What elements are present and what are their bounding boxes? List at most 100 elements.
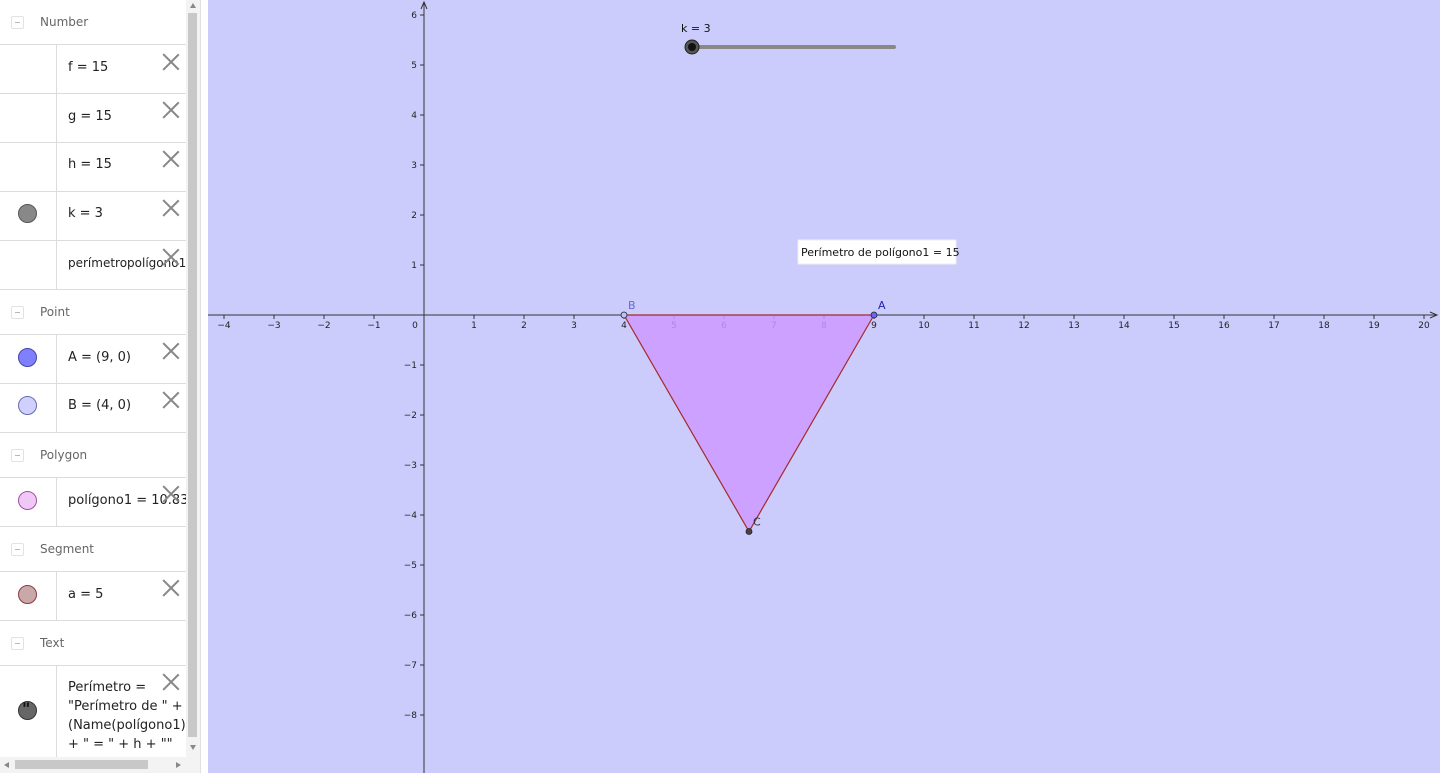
row-marble-cell: " [0,666,57,757]
collapse-icon[interactable] [11,449,24,462]
visibility-toggle-icon[interactable] [18,585,37,604]
point-c[interactable] [745,528,753,535]
delete-icon[interactable] [162,199,180,217]
y-tick-label: −5 [404,561,417,571]
y-tick-label: −7 [404,661,417,671]
text-line[interactable]: "Perímetro de " + [68,699,183,714]
visibility-toggle-icon[interactable] [18,348,37,367]
horizontal-scrollbar[interactable] [0,757,200,773]
perimeter-text: Perímetro de polígono1 = 15 [801,246,960,259]
point-label-b: B [628,299,636,312]
visibility-toggle-icon[interactable] [18,491,37,510]
collapse-icon[interactable] [11,637,24,650]
algebra-row-perimetro[interactable]: perímetropolígono1 [0,241,186,290]
point-b[interactable] [620,311,628,319]
graphics-canvas[interactable]: −4−3−2−101234567891011121314151617181920… [208,0,1440,773]
scroll-thumb[interactable] [15,760,148,769]
algebra-row-polygon[interactable]: polígono1 = 10.83 [0,477,186,527]
algebra-view: Number f = 15 g = 15 h = 15 k = 3 períme… [0,0,186,757]
delete-icon[interactable] [162,248,180,266]
category-label: Number [40,15,89,29]
scroll-right-icon[interactable] [176,762,181,768]
collapse-icon[interactable] [11,306,24,319]
algebra-row-point-a[interactable]: A = (9, 0) [0,334,186,384]
scroll-down-icon[interactable] [190,745,196,750]
visibility-toggle-icon[interactable] [18,204,37,223]
x-tick-label: 14 [1118,321,1130,331]
algebra-row-f[interactable]: f = 15 [0,44,186,94]
algebra-row-h[interactable]: h = 15 [0,143,186,192]
y-tick-label: −2 [404,411,417,421]
algebra-row-g[interactable]: g = 15 [0,94,186,143]
view-divider[interactable] [200,0,208,773]
category-number[interactable]: Number [0,1,186,45]
x-tick-label: 11 [968,321,979,331]
row-value[interactable]: A = (9, 0) [68,350,131,365]
x-tick-label: −2 [317,321,330,331]
category-point[interactable]: Point [0,291,186,335]
y-tick-label: 2 [411,211,417,221]
row-marble-cell [0,94,57,142]
x-tick-label: 15 [1168,321,1179,331]
scroll-thumb[interactable] [188,13,197,737]
algebra-row-text[interactable]: " Perímetro = "Perímetro de " + (Name(po… [0,665,186,757]
slider-handle-center [688,43,696,51]
x-tick-label: 10 [918,321,930,331]
row-value[interactable]: f = 15 [68,60,108,75]
triangle-polygon[interactable] [622,314,876,533]
vertical-scrollbar[interactable] [186,0,200,757]
scroll-up-icon[interactable] [190,3,196,8]
delete-icon[interactable] [162,579,180,597]
algebra-row-k[interactable]: k = 3 [0,192,186,241]
x-tick-label: 0 [412,321,418,331]
collapse-icon[interactable] [11,16,24,29]
row-value[interactable]: B = (4, 0) [68,398,131,413]
y-tick-label: 3 [411,161,417,171]
delete-icon[interactable] [162,391,180,409]
text-line[interactable]: + " = " + h + "" [68,737,173,752]
scroll-left-icon[interactable] [4,762,9,768]
row-marble-cell [0,241,57,289]
graphics-view[interactable]: −4−3−2−101234567891011121314151617181920… [208,0,1440,773]
row-value[interactable]: k = 3 [68,206,103,221]
x-tick-label: 20 [1418,321,1430,331]
x-tick-label: 4 [621,321,627,331]
y-tick-label: −8 [404,711,418,721]
point-label-a: A [878,299,886,312]
point-a[interactable] [870,311,878,319]
x-tick-label: −3 [267,321,280,331]
text-line[interactable]: (Name(polígono1)) [68,718,186,733]
visibility-toggle-icon[interactable] [18,396,37,415]
delete-icon[interactable] [162,673,180,691]
x-tick-label: 9 [871,321,877,331]
category-polygon[interactable]: Polygon [0,434,186,478]
delete-icon[interactable] [162,342,180,360]
y-tick-label: 6 [411,11,417,21]
collapse-icon[interactable] [11,543,24,556]
category-label: Segment [40,542,94,556]
delete-icon[interactable] [162,150,180,168]
delete-icon[interactable] [162,101,180,119]
x-tick-label: 17 [1268,321,1279,331]
row-marble-cell [0,143,57,191]
y-tick-label: 5 [411,61,417,71]
quote-icon[interactable]: " [18,699,37,720]
category-segment[interactable]: Segment [0,528,186,572]
x-tick-label: 13 [1068,321,1079,331]
x-tick-label: 16 [1218,321,1230,331]
algebra-row-segment[interactable]: a = 5 [0,571,186,621]
x-tick-label: 3 [571,321,577,331]
delete-icon[interactable] [162,485,180,503]
row-value[interactable]: h = 15 [68,157,112,172]
row-marble-cell [0,45,57,93]
x-tick-label: 2 [521,321,527,331]
text-line[interactable]: Perímetro = [68,680,146,695]
algebra-row-point-b[interactable]: B = (4, 0) [0,384,186,433]
row-value[interactable]: a = 5 [68,587,103,602]
y-tick-label: 1 [411,261,417,271]
delete-icon[interactable] [162,53,180,71]
row-value[interactable]: g = 15 [68,109,112,124]
y-tick-label: −4 [404,511,418,521]
category-text[interactable]: Text [0,622,186,666]
slider-label: k = 3 [681,22,711,35]
